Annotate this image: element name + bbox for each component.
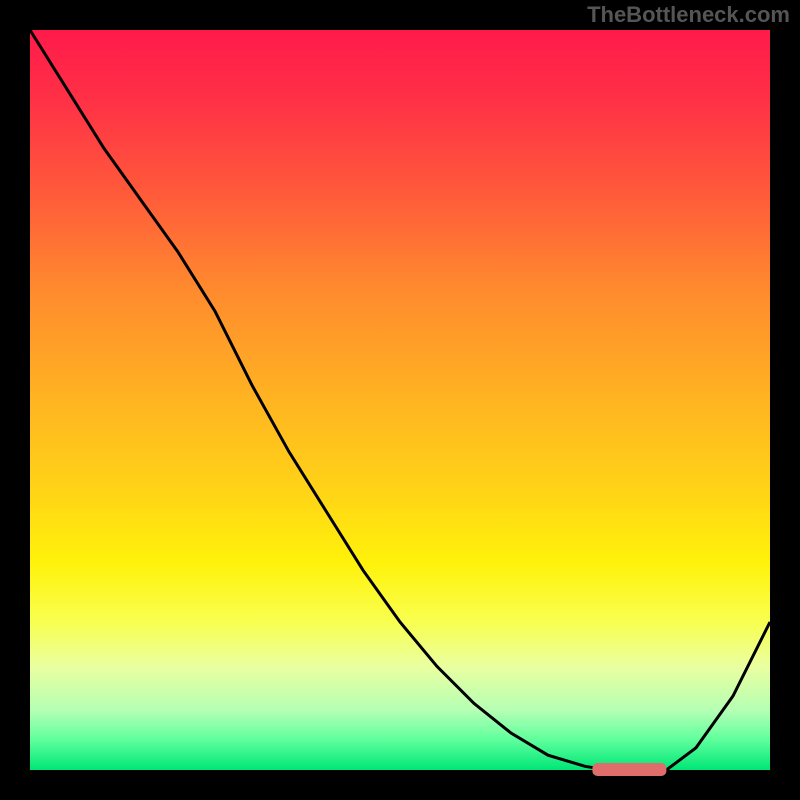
bottleneck-chart <box>0 0 800 800</box>
optimal-marker <box>592 763 666 776</box>
plot-area <box>30 30 770 770</box>
watermark-text: TheBottleneck.com <box>587 2 790 28</box>
chart-stage: TheBottleneck.com <box>0 0 800 800</box>
